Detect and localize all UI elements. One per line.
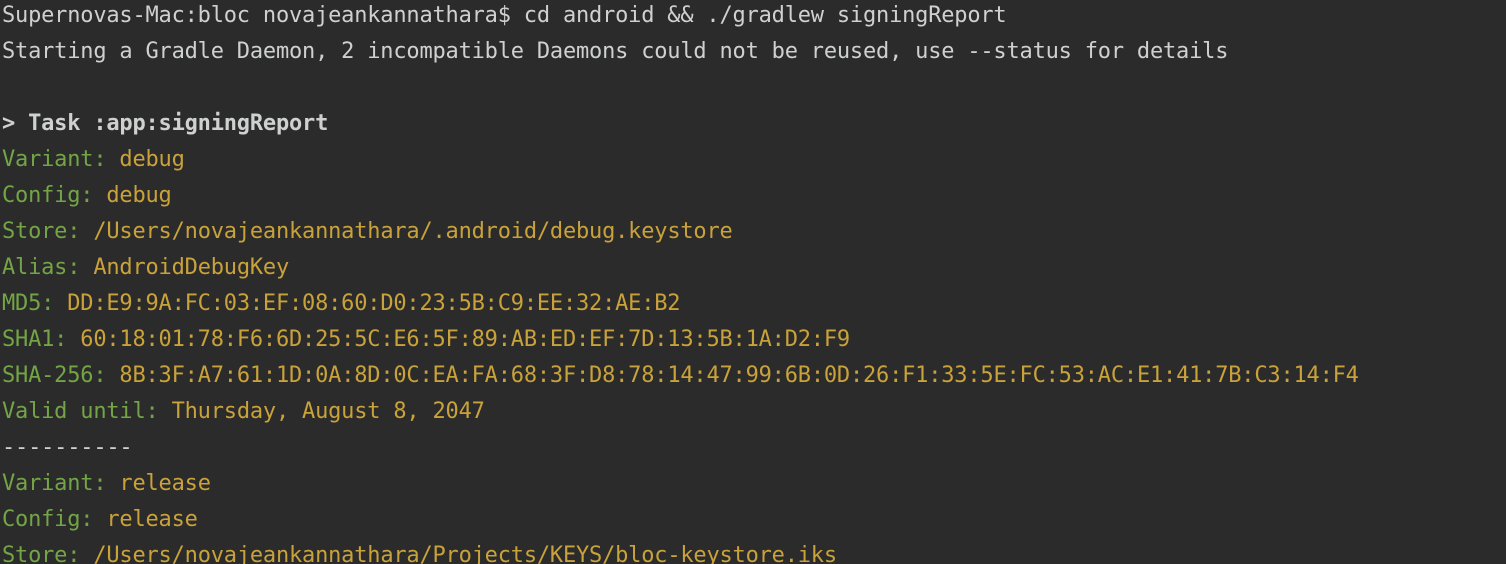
debug-config-value: debug <box>106 183 172 208</box>
debug-valid-until-value: Thursday, August 8, 2047 <box>171 399 485 424</box>
debug-variant-line: Variant: debug <box>2 142 185 178</box>
daemon-status-line: Starting a Gradle Daemon, 2 incompatible… <box>2 34 1228 70</box>
debug-valid-until-key: Valid until: <box>2 399 159 424</box>
debug-md5-line: MD5: DD:E9:9A:FC:03:EF:08:60:D0:23:5B:C9… <box>2 286 681 322</box>
debug-md5-key: MD5: <box>2 291 55 316</box>
debug-alias-value: AndroidDebugKey <box>93 255 290 280</box>
release-store-line: Store: /Users/novajeankannathara/Project… <box>2 538 837 564</box>
debug-config-key: Config: <box>2 183 94 208</box>
debug-md5-value: DD:E9:9A:FC:03:EF:08:60:D0:23:5B:C9:EE:3… <box>67 291 681 316</box>
debug-sha1-value: 60:18:01:78:F6:6D:25:5C:E6:5F:89:AB:ED:E… <box>80 327 850 352</box>
release-variant-value: release <box>119 471 211 496</box>
debug-sha256-key: SHA-256: <box>2 363 107 388</box>
debug-sha256-value: 8B:3F:A7:61:1D:0A:8D:0C:EA:FA:68:3F:D8:7… <box>119 363 1359 388</box>
separator-line: ---------- <box>2 430 133 466</box>
release-variant-line: Variant: release <box>2 466 211 502</box>
release-config-key: Config: <box>2 507 94 532</box>
task-header-text: > Task :app:signingReport <box>2 111 329 136</box>
prompt-command-text: Supernovas-Mac:bloc novajeankannathara$ … <box>2 3 1007 28</box>
release-variant-key: Variant: <box>2 471 107 496</box>
release-store-key: Store: <box>2 543 81 564</box>
daemon-status-text: Starting a Gradle Daemon, 2 incompatible… <box>2 39 1229 64</box>
terminal-window[interactable]: Supernovas-Mac:bloc novajeankannathara$ … <box>0 0 1506 564</box>
debug-alias-line: Alias: AndroidDebugKey <box>2 250 289 286</box>
release-config-line: Config: release <box>2 502 198 538</box>
release-store-value: /Users/novajeankannathara/Projects/KEYS/… <box>93 543 837 564</box>
debug-sha256-line: SHA-256: 8B:3F:A7:61:1D:0A:8D:0C:EA:FA:6… <box>2 358 1359 394</box>
debug-sha1-line: SHA1: 60:18:01:78:F6:6D:25:5C:E6:5F:89:A… <box>2 322 850 358</box>
debug-config-line: Config: debug <box>2 178 172 214</box>
debug-variant-key: Variant: <box>2 147 107 172</box>
debug-valid-until-line: Valid until: Thursday, August 8, 2047 <box>2 394 485 430</box>
release-config-value: release <box>106 507 198 532</box>
prompt-command-line: Supernovas-Mac:bloc novajeankannathara$ … <box>2 0 1007 34</box>
debug-store-key: Store: <box>2 219 81 244</box>
separator-text: ---------- <box>2 435 133 460</box>
debug-store-line: Store: /Users/novajeankannathara/.androi… <box>2 214 733 250</box>
debug-sha1-key: SHA1: <box>2 327 68 352</box>
debug-variant-value: debug <box>119 147 185 172</box>
debug-alias-key: Alias: <box>2 255 81 280</box>
task-header-line: > Task :app:signingReport <box>2 106 328 142</box>
debug-store-value: /Users/novajeankannathara/.android/debug… <box>93 219 733 244</box>
